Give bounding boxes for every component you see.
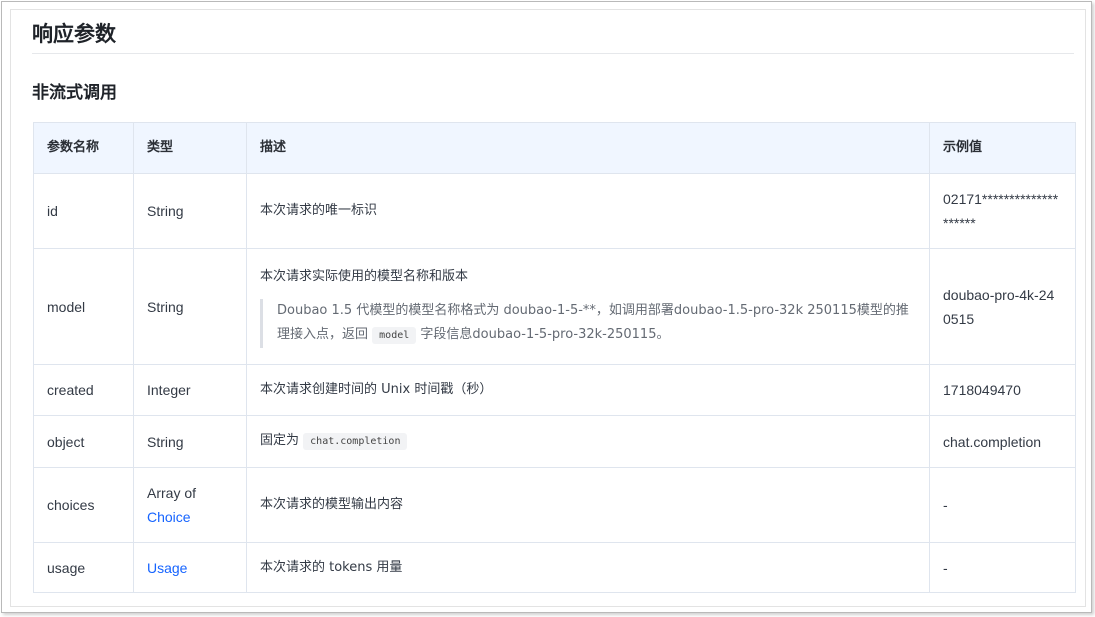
param-example: 02171********************	[929, 173, 1076, 249]
header-description: 描述	[246, 122, 930, 174]
param-name: choices	[33, 467, 134, 543]
param-type: Array of Choice	[133, 467, 247, 543]
param-name: created	[33, 364, 134, 416]
description-text: 固定为	[260, 433, 300, 448]
table-row: choices Array of Choice 本次请求的模型输出内容 -	[33, 467, 1076, 543]
param-type: String	[133, 415, 247, 468]
param-type: String	[133, 173, 247, 249]
param-example: chat.completion	[929, 415, 1076, 468]
doc-content: 响应参数 非流式调用 参数名称 类型 描述 示例值 id String 本次请求…	[10, 9, 1086, 607]
param-type: Usage	[133, 542, 247, 593]
param-description: 本次请求的 tokens 用量	[246, 542, 930, 593]
param-description: 本次请求实际使用的模型名称和版本 Doubao 1.5 代模型的模型名称格式为 …	[246, 248, 930, 365]
param-example: doubao-pro-4k-240515	[929, 248, 1076, 365]
table-row: created Integer 本次请求创建时间的 Unix 时间戳（秒） 17…	[33, 364, 1076, 416]
param-description: 本次请求的模型输出内容	[246, 467, 930, 543]
note-text-end: 字段信息doubao-1-5-pro-32k-250115。	[420, 327, 670, 342]
section-title: 响应参数	[32, 22, 116, 46]
table-row: object String 固定为 chat.completion chat.c…	[33, 415, 1076, 468]
param-example: -	[929, 542, 1076, 593]
param-example: -	[929, 467, 1076, 543]
header-example: 示例值	[929, 122, 1076, 174]
choice-type-link[interactable]: Choice	[147, 509, 191, 525]
response-params-table: 参数名称 类型 描述 示例值 id String 本次请求的唯一标识 02171…	[33, 122, 1076, 593]
param-description: 本次请求创建时间的 Unix 时间戳（秒）	[246, 364, 930, 416]
param-name: object	[33, 415, 134, 468]
section-divider	[32, 53, 1074, 54]
usage-type-link[interactable]: Usage	[147, 560, 187, 576]
table-row: model String 本次请求实际使用的模型名称和版本 Doubao 1.5…	[33, 248, 1076, 365]
subsection-title: 非流式调用	[32, 83, 117, 103]
param-description: 固定为 chat.completion	[246, 415, 930, 468]
param-name: id	[33, 173, 134, 249]
param-example: 1718049470	[929, 364, 1076, 416]
description-note: Doubao 1.5 代模型的模型名称格式为 doubao-1-5-**，如调用…	[260, 299, 916, 348]
param-type: Integer	[133, 364, 247, 416]
screenshot-frame: 响应参数 非流式调用 参数名称 类型 描述 示例值 id String 本次请求…	[1, 1, 1092, 613]
table-row: id String 本次请求的唯一标识 02171***************…	[33, 173, 1076, 249]
param-type: String	[133, 248, 247, 365]
inline-code-model: model	[372, 327, 417, 344]
header-param-name: 参数名称	[33, 122, 134, 174]
header-type: 类型	[133, 122, 247, 174]
param-description: 本次请求的唯一标识	[246, 173, 930, 249]
param-name: model	[33, 248, 134, 365]
type-prefix: Array of	[147, 485, 197, 501]
description-text: 本次请求实际使用的模型名称和版本	[260, 269, 469, 284]
table-header-row: 参数名称 类型 描述 示例值	[33, 122, 1076, 174]
param-name: usage	[33, 542, 134, 593]
table-row: usage Usage 本次请求的 tokens 用量 -	[33, 542, 1076, 593]
inline-code-chat-completion: chat.completion	[303, 433, 408, 450]
